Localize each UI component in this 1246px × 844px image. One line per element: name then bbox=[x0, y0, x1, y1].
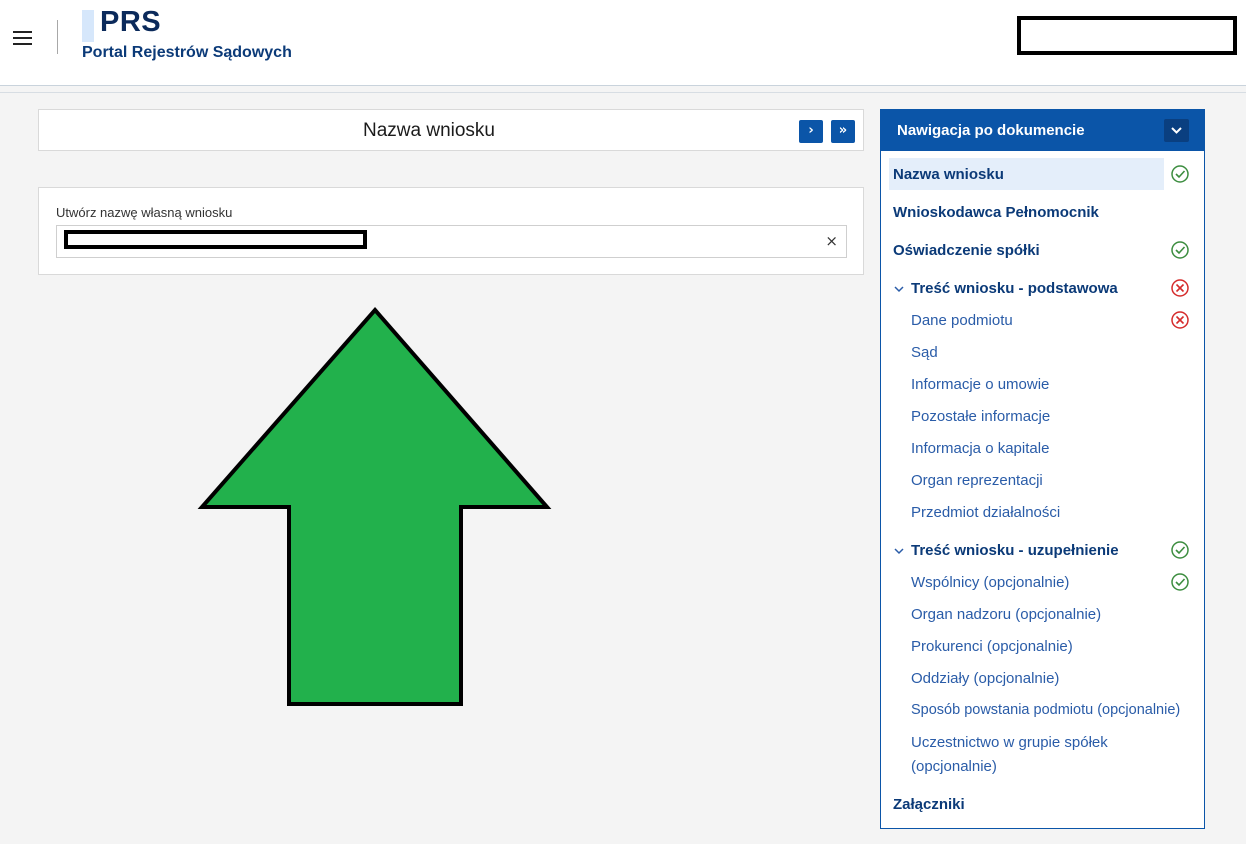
sidebar-item-organ-nadzoru[interactable]: Organ nadzoru (opcjonalnie) bbox=[911, 606, 1101, 623]
sidebar-item-uczestnictwo-suffix[interactable]: (opcjonalnie) bbox=[911, 758, 997, 775]
sidebar-item-informacje-o-umowie[interactable]: Informacje o umowie bbox=[911, 376, 1049, 393]
sidebar-item-wnioskodawca[interactable]: Wnioskodawca Pełnomocnik bbox=[893, 204, 1099, 221]
sidebar-item-sad[interactable]: Sąd bbox=[911, 344, 938, 361]
sidebar-item-zalaczniki[interactable]: Załączniki bbox=[893, 796, 965, 813]
check-icon bbox=[1171, 541, 1189, 559]
next-section-button[interactable]: › bbox=[799, 120, 823, 143]
menu-icon[interactable] bbox=[13, 31, 33, 47]
clear-input-icon[interactable]: × bbox=[825, 232, 838, 250]
sidebar-item-oswiadczenie[interactable]: Oświadczenie spółki bbox=[893, 242, 1040, 259]
last-section-button[interactable]: » bbox=[831, 120, 855, 143]
error-icon bbox=[1171, 311, 1189, 329]
page-title: Nazwa wniosku bbox=[363, 120, 495, 141]
chevron-down-icon[interactable] bbox=[893, 546, 905, 556]
logo-mark bbox=[82, 10, 94, 42]
redacted-user-box bbox=[1017, 16, 1237, 55]
sidebar-item-informacja-o-kapitale[interactable]: Informacja o kapitale bbox=[911, 440, 1049, 457]
green-up-arrow bbox=[197, 306, 552, 706]
header-separator bbox=[0, 92, 1246, 93]
sidebar-item-pozostale-informacje[interactable]: Pozostałe informacje bbox=[911, 408, 1050, 425]
logo-subtitle[interactable]: Portal Rejestrów Sądowych bbox=[82, 44, 292, 62]
sidebar-item-przedmiot-dzialalnosci[interactable]: Przedmiot działalności bbox=[911, 504, 1060, 521]
sidebar-item-oddzialy[interactable]: Oddziały (opcjonalnie) bbox=[911, 670, 1059, 687]
document-navigation-header: Nawigacja po dokumencie bbox=[881, 110, 1204, 151]
sidebar-group-tresc-uzupelnienie[interactable]: Treść wniosku - uzupełnienie bbox=[911, 542, 1119, 559]
document-navigation-title: Nawigacja po dokumencie bbox=[897, 122, 1085, 139]
application-name-field[interactable]: × bbox=[56, 225, 847, 258]
app-header: PRS Portal Rejestrów Sądowych bbox=[0, 0, 1246, 86]
collapse-navigation-button[interactable] bbox=[1164, 119, 1189, 142]
sidebar-item-nazwa-wniosku[interactable]: Nazwa wniosku bbox=[893, 166, 1004, 183]
application-name-label: Utwórz nazwę własną wniosku bbox=[56, 205, 233, 220]
chevron-down-icon[interactable] bbox=[893, 284, 905, 294]
chevron-down-icon bbox=[1171, 127, 1182, 134]
header-divider bbox=[57, 20, 58, 54]
sidebar-item-organ-reprezentacji[interactable]: Organ reprezentacji bbox=[911, 472, 1043, 489]
sidebar-item-dane-podmiotu[interactable]: Dane podmiotu bbox=[911, 312, 1013, 329]
sidebar-item-prokurenci[interactable]: Prokurenci (opcjonalnie) bbox=[911, 638, 1073, 655]
arrow-shape bbox=[197, 306, 552, 706]
check-icon bbox=[1171, 241, 1189, 259]
check-icon bbox=[1171, 165, 1189, 183]
sidebar-item-sposob-powstania[interactable]: Sposób powstania podmiotu (opcjonalnie) bbox=[911, 702, 1180, 718]
logo[interactable]: PRS bbox=[100, 6, 161, 39]
document-navigation-panel: Nawigacja po dokumencie Nazwa wniosku Wn… bbox=[880, 109, 1205, 829]
application-name-card: Utwórz nazwę własną wniosku × bbox=[38, 187, 864, 275]
error-icon bbox=[1171, 279, 1189, 297]
redacted-input-value bbox=[64, 230, 367, 249]
check-icon bbox=[1171, 573, 1189, 591]
sidebar-item-wspolnicy[interactable]: Wspólnicy (opcjonalnie) bbox=[911, 574, 1069, 591]
sidebar-group-tresc-podstawowa[interactable]: Treść wniosku - podstawowa bbox=[911, 280, 1118, 297]
section-title-bar: Nazwa wniosku › » bbox=[38, 109, 864, 151]
sidebar-item-uczestnictwo[interactable]: Uczestnictwo w grupie spółek bbox=[911, 734, 1108, 751]
